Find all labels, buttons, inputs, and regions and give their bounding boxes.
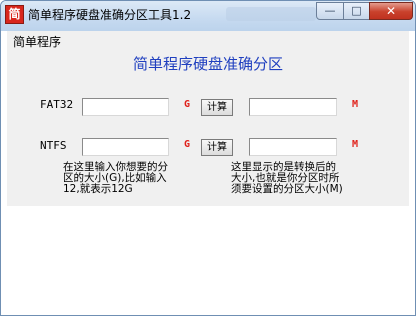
fat32-size-input[interactable] bbox=[82, 98, 169, 116]
minimize-button[interactable]: — bbox=[316, 2, 344, 20]
main-panel: 简单程序硬盘准确分区 FAT32 G 计算 M NTFS G 计算 M 在这里输… bbox=[7, 49, 409, 206]
ntfs-output-unit: M bbox=[352, 139, 359, 150]
menu-bar: 简单程序 bbox=[7, 31, 409, 50]
window-title: 简单程序硬盘准确分区工具1.2 bbox=[28, 8, 192, 22]
input-instruction-text: 在这里输入你想要的分 区的大小(G),比如输入 12,就表示12G bbox=[63, 161, 168, 195]
title-bar[interactable]: 简 简单程序硬盘准确分区工具1.2 — □ ✕ bbox=[1, 1, 415, 31]
fat32-calculate-button[interactable]: 计算 bbox=[201, 99, 233, 116]
ntfs-input-unit: G bbox=[184, 139, 191, 150]
ntfs-calculate-button[interactable]: 计算 bbox=[201, 139, 233, 156]
page-title: 简单程序硬盘准确分区 bbox=[132, 55, 283, 73]
fat32-input-unit: G bbox=[184, 99, 191, 110]
menu-item-simple-program[interactable]: 简单程序 bbox=[13, 33, 61, 50]
app-window: 简 简单程序硬盘准确分区工具1.2 — □ ✕ 简单程序 简单程序硬盘准确分区 … bbox=[0, 0, 416, 316]
output-instruction-text: 这里显示的是转换后的 大小,也就是你分区时所 须要设置的分区大小(M) bbox=[231, 161, 343, 195]
app-icon: 简 bbox=[5, 5, 24, 24]
empty-area bbox=[7, 206, 409, 309]
fat32-result-field[interactable] bbox=[249, 98, 337, 116]
ntfs-result-field[interactable] bbox=[249, 138, 337, 156]
blurred-background-tab bbox=[226, 7, 316, 21]
ntfs-label: NTFS bbox=[40, 139, 67, 152]
ntfs-size-input[interactable] bbox=[82, 138, 169, 156]
fat32-label: FAT32 bbox=[40, 98, 74, 111]
maximize-button[interactable]: □ bbox=[343, 2, 370, 20]
close-button[interactable]: ✕ bbox=[369, 2, 413, 20]
fat32-output-unit: M bbox=[352, 99, 359, 110]
